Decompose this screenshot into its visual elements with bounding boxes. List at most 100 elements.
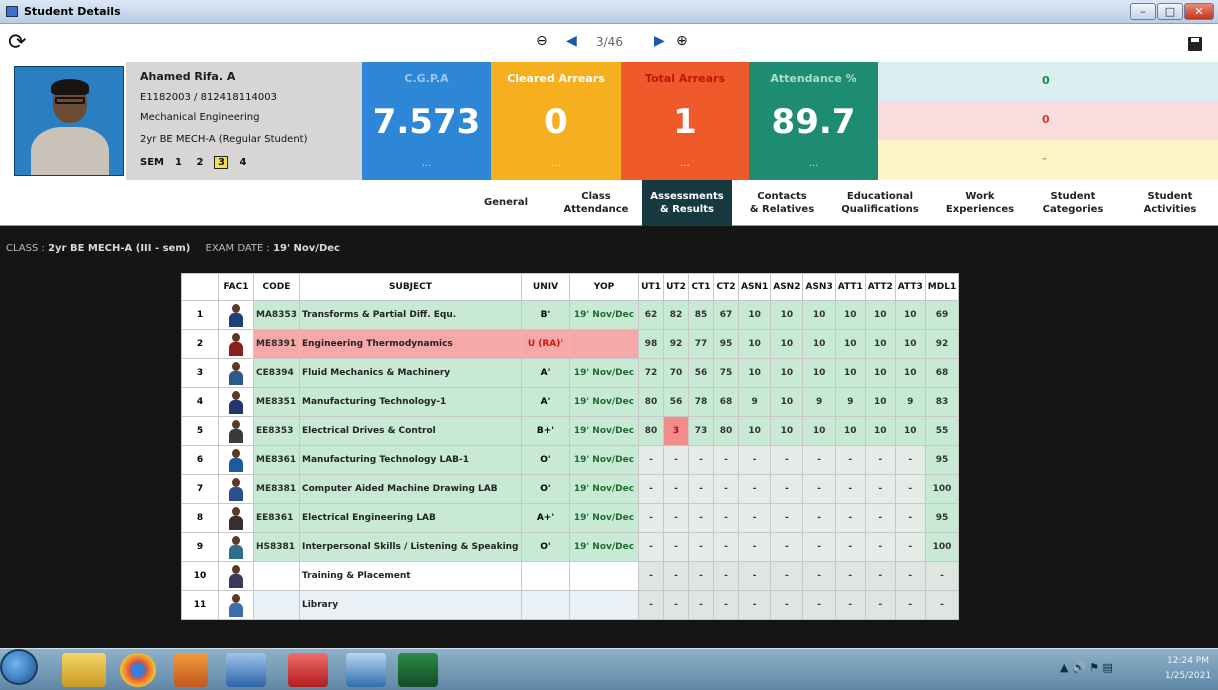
mark-cell: 10 (894, 329, 926, 359)
subject-name: Manufacturing Technology LAB-1 (298, 445, 522, 475)
tab-work-experiences[interactable]: Work Experiences (938, 180, 1022, 226)
table-row[interactable]: 10 Training & Placement - - - - - - - - - - - (181, 561, 960, 591)
table-row[interactable]: 3 CE8394 Fluid Mechanics & Machinery A' 19' … (181, 358, 960, 388)
univ-grade: A+' (520, 503, 570, 533)
tab-educational-line1: Educational (846, 191, 914, 202)
tab-educational-qualifications[interactable]: Educational Qualifications (830, 180, 930, 226)
subject-name: Transforms & Partial Diff. Equ. (298, 300, 522, 330)
tab-assessments-results[interactable]: Assessments & Results (642, 180, 732, 226)
chrome-icon[interactable] (120, 653, 156, 687)
tab-activities-line1: Student (1147, 191, 1193, 202)
previous-record-icon[interactable]: ◀ (566, 33, 577, 49)
semester-selector: SEM 1 2 3 4 (140, 156, 250, 169)
mark-cell: 9 (894, 387, 926, 417)
app-green-icon[interactable] (398, 653, 438, 687)
mark-cell: - (662, 474, 689, 504)
subject-name: Manufacturing Technology-1 (298, 387, 522, 417)
mark-cell: - (864, 474, 896, 504)
sem-1[interactable]: 1 (171, 157, 185, 168)
subject-code: EE8353 (253, 416, 300, 446)
table-row[interactable]: 1 MA8353 Transforms & Partial Diff. Equ. B'… (181, 300, 960, 330)
file-explorer-icon[interactable] (62, 653, 106, 687)
sem-2[interactable]: 2 (193, 157, 207, 168)
mark-cell: - (637, 590, 664, 620)
mark-cell: - (712, 445, 739, 475)
mark-cell: - (687, 503, 714, 533)
sem-4[interactable]: 4 (236, 157, 250, 168)
tab-class-attendance[interactable]: Class Attendance (552, 180, 640, 226)
tab-contacts-relatives[interactable]: Contacts & Relatives (740, 180, 824, 226)
system-tray[interactable]: ▲ 🔊 ⚑ ▤ (1060, 661, 1113, 674)
mark-cell: - (712, 474, 739, 504)
mark-cell: 92 (924, 329, 960, 359)
next-record-icon[interactable]: ▶ (654, 33, 665, 49)
tab-student-activities[interactable]: Student Activities (1130, 180, 1210, 226)
univ-grade (520, 561, 570, 591)
mark-cell: - (924, 561, 960, 591)
sem-3[interactable]: 3 (214, 156, 229, 169)
table-row[interactable]: 4 ME8351 Manufacturing Technology-1 A' 19' N… (181, 387, 960, 417)
tab-general[interactable]: General (462, 180, 550, 226)
mark-cell: - (637, 503, 664, 533)
window-title: Student Details (24, 5, 121, 18)
column-header: MDL1 (924, 273, 960, 301)
mark-cell: - (770, 445, 804, 475)
student-header: Ahamed Rifa. A E1182003 / 812418114003 M… (0, 62, 1218, 180)
univ-grade: O' (520, 445, 570, 475)
app-picture-icon[interactable] (346, 653, 386, 687)
mark-cell: 80 (637, 387, 664, 417)
tab-work-line2: Experiences (945, 204, 1015, 215)
clock[interactable]: 12:24 PM 1/25/2021 (1160, 654, 1216, 684)
last-record-icon[interactable]: ⊕ (676, 33, 688, 49)
table-row[interactable]: 6 ME8361 Manufacturing Technology LAB-1 O' 1… (181, 445, 960, 475)
tab-bar: General Class Attendance Assessments & R… (0, 180, 1218, 226)
table-row[interactable]: 5 EE8353 Electrical Drives & Control B+' 19'… (181, 416, 960, 446)
minimize-button[interactable]: – (1130, 3, 1156, 20)
subject-code: EE8361 (253, 503, 300, 533)
first-record-icon[interactable]: ⊖ (536, 33, 548, 49)
mark-cell: 78 (687, 387, 714, 417)
mark-cell: 95 (924, 445, 960, 475)
mark-cell: 10 (802, 300, 836, 330)
save-icon[interactable] (1188, 37, 1202, 51)
mark-cell: - (802, 532, 836, 562)
faculty-photo-cell (218, 532, 254, 562)
subject-code: CE8394 (253, 358, 300, 388)
cleared-arrears-more[interactable]: ... (491, 158, 621, 169)
mark-cell: 67 (712, 300, 739, 330)
mark-cell: 10 (737, 358, 772, 388)
mark-cell: 10 (737, 329, 772, 359)
cgpa-more[interactable]: ... (362, 158, 491, 169)
mark-cell: - (737, 474, 772, 504)
table-row[interactable]: 9 HS8381 Interpersonal Skills / Listening … (181, 532, 960, 562)
table-row[interactable]: 8 EE8361 Electrical Engineering LAB A+' 19' … (181, 503, 960, 533)
cleared-arrears-label: Cleared Arrears (507, 72, 605, 85)
table-row[interactable]: 7 ME8381 Computer Aided Machine Drawing LA… (181, 474, 960, 504)
refresh-icon[interactable]: ⟳ (8, 30, 26, 55)
table-row[interactable]: 11 Library - - - - - - - - - - - (181, 590, 960, 620)
close-button[interactable]: ✕ (1184, 3, 1214, 20)
media-player-icon[interactable] (174, 653, 208, 687)
mark-cell: - (662, 532, 689, 562)
clock-date: 1/25/2021 (1164, 671, 1212, 681)
mark-cell: - (834, 474, 866, 504)
row-number: 11 (181, 590, 219, 620)
table-row[interactable]: 2 ME8391 Engineering Thermodynamics U (RA)'… (181, 329, 960, 359)
faculty-photo-cell (218, 387, 254, 417)
app-red-icon[interactable] (288, 653, 328, 687)
mark-cell: - (737, 532, 772, 562)
total-arrears-more[interactable]: ... (621, 158, 749, 169)
subject-name: Engineering Thermodynamics (298, 329, 522, 359)
tab-student-categories[interactable]: Student Categories (1030, 180, 1116, 226)
attendance-more[interactable]: ... (749, 158, 878, 169)
mark-cell: - (662, 503, 689, 533)
maximize-button[interactable]: □ (1157, 3, 1183, 20)
mark-cell: 10 (770, 416, 804, 446)
app-window-icon[interactable] (226, 653, 266, 687)
total-arrears-value: 1 (673, 102, 697, 142)
faculty-avatar (228, 506, 244, 530)
mark-cell: - (802, 503, 836, 533)
start-button[interactable] (0, 649, 38, 685)
year-of-pass: 19' Nov/Dec (568, 358, 639, 388)
tab-class-attendance-line1: Class (581, 191, 611, 202)
